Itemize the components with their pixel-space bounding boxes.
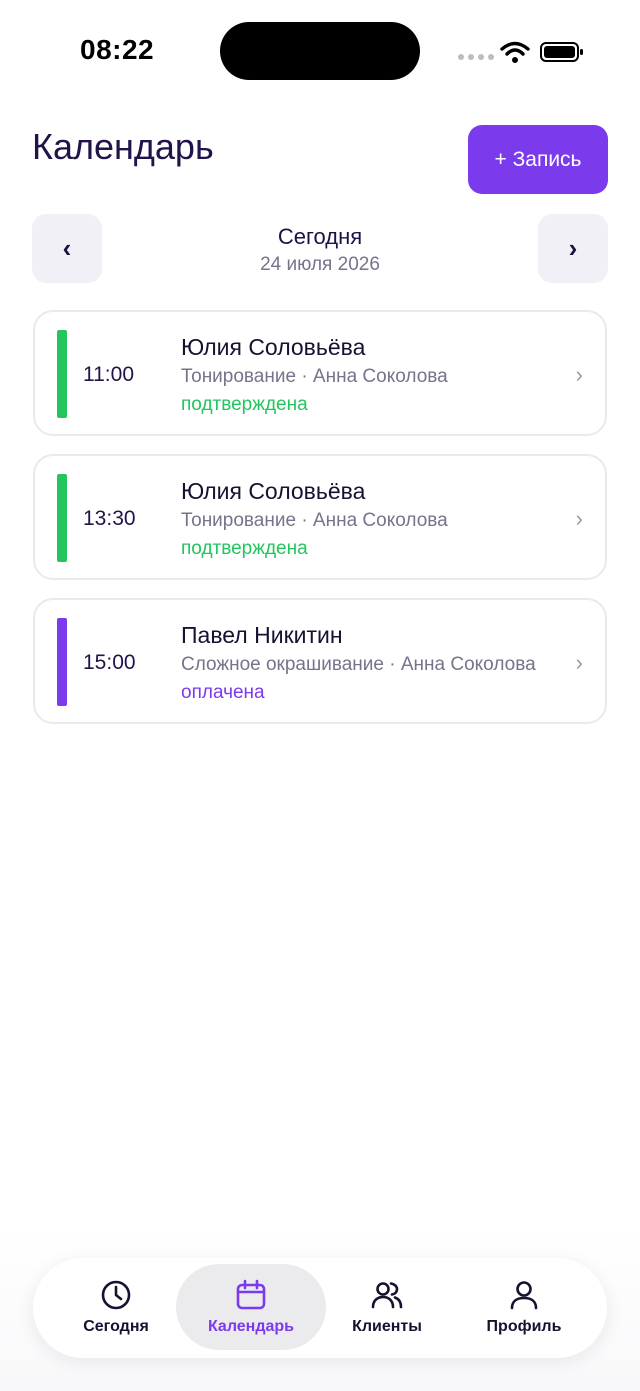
- users-icon: [371, 1282, 403, 1309]
- appointment-client: Павел Никитин: [181, 622, 343, 648]
- appointment-time: 13:30: [83, 507, 136, 530]
- appointment-client: Юлия Соловьёва: [181, 478, 366, 504]
- page-title: Календарь: [32, 126, 214, 167]
- add-appointment-button[interactable]: + Запись: [468, 125, 608, 194]
- cellular-signal-icon: [458, 54, 494, 60]
- tab-today[interactable]: Сегодня: [41, 1264, 191, 1350]
- appointment-card[interactable]: 11:00 Юлия Соловьёва Тонирование · Анна …: [33, 310, 607, 436]
- appointment-service: Тонирование · Анна Соколова: [181, 510, 448, 531]
- chevron-right-icon: ›: [575, 506, 583, 531]
- appointment-card[interactable]: 13:30 Юлия Соловьёва Тонирование · Анна …: [33, 454, 607, 580]
- calendar-screen: 08:22 Календарь + Запись ‹ Сегодня 24 ию…: [0, 0, 640, 1391]
- tab-label: Клиенты: [352, 1318, 422, 1335]
- chevron-right-icon: ›: [575, 650, 583, 675]
- appointment-time: 15:00: [83, 651, 136, 674]
- wifi-icon: [500, 41, 530, 63]
- calendar-icon: [236, 1279, 266, 1310]
- next-day-button[interactable]: ›: [538, 214, 608, 283]
- tab-label: Сегодня: [83, 1318, 149, 1335]
- status-color-bar: [57, 474, 67, 562]
- battery-icon: [540, 42, 583, 62]
- appointment-status: оплачена: [181, 682, 265, 703]
- dynamic-island: [220, 22, 420, 80]
- appointment-card[interactable]: 15:00 Павел Никитин Сложное окрашивание …: [33, 598, 607, 724]
- status-time: 08:22: [80, 34, 155, 65]
- appointment-service: Сложное окрашивание · Анна Соколова: [181, 654, 536, 675]
- user-icon: [510, 1281, 538, 1310]
- tab-clients[interactable]: Клиенты: [312, 1264, 462, 1350]
- chevron-right-icon: ›: [568, 233, 578, 263]
- tab-label: Профиль: [486, 1318, 562, 1335]
- tab-profile[interactable]: Профиль: [449, 1264, 599, 1350]
- appointment-status: подтверждена: [181, 538, 308, 559]
- appointment-client: Юлия Соловьёва: [181, 334, 366, 360]
- appointment-time: 11:00: [83, 363, 134, 386]
- status-color-bar: [57, 330, 67, 418]
- status-color-bar: [57, 618, 67, 706]
- chevron-right-icon: ›: [575, 362, 583, 387]
- appointment-service: Тонирование · Анна Соколова: [181, 366, 448, 387]
- tab-calendar[interactable]: Календарь: [176, 1264, 326, 1350]
- tab-label: Календарь: [207, 1318, 295, 1335]
- status-bar: 08:22: [0, 0, 640, 100]
- tab-bar: Сегодня Календарь Клиенты Профиль: [33, 1258, 607, 1358]
- clock-icon: [101, 1280, 131, 1310]
- appointment-status: подтверждена: [181, 394, 308, 415]
